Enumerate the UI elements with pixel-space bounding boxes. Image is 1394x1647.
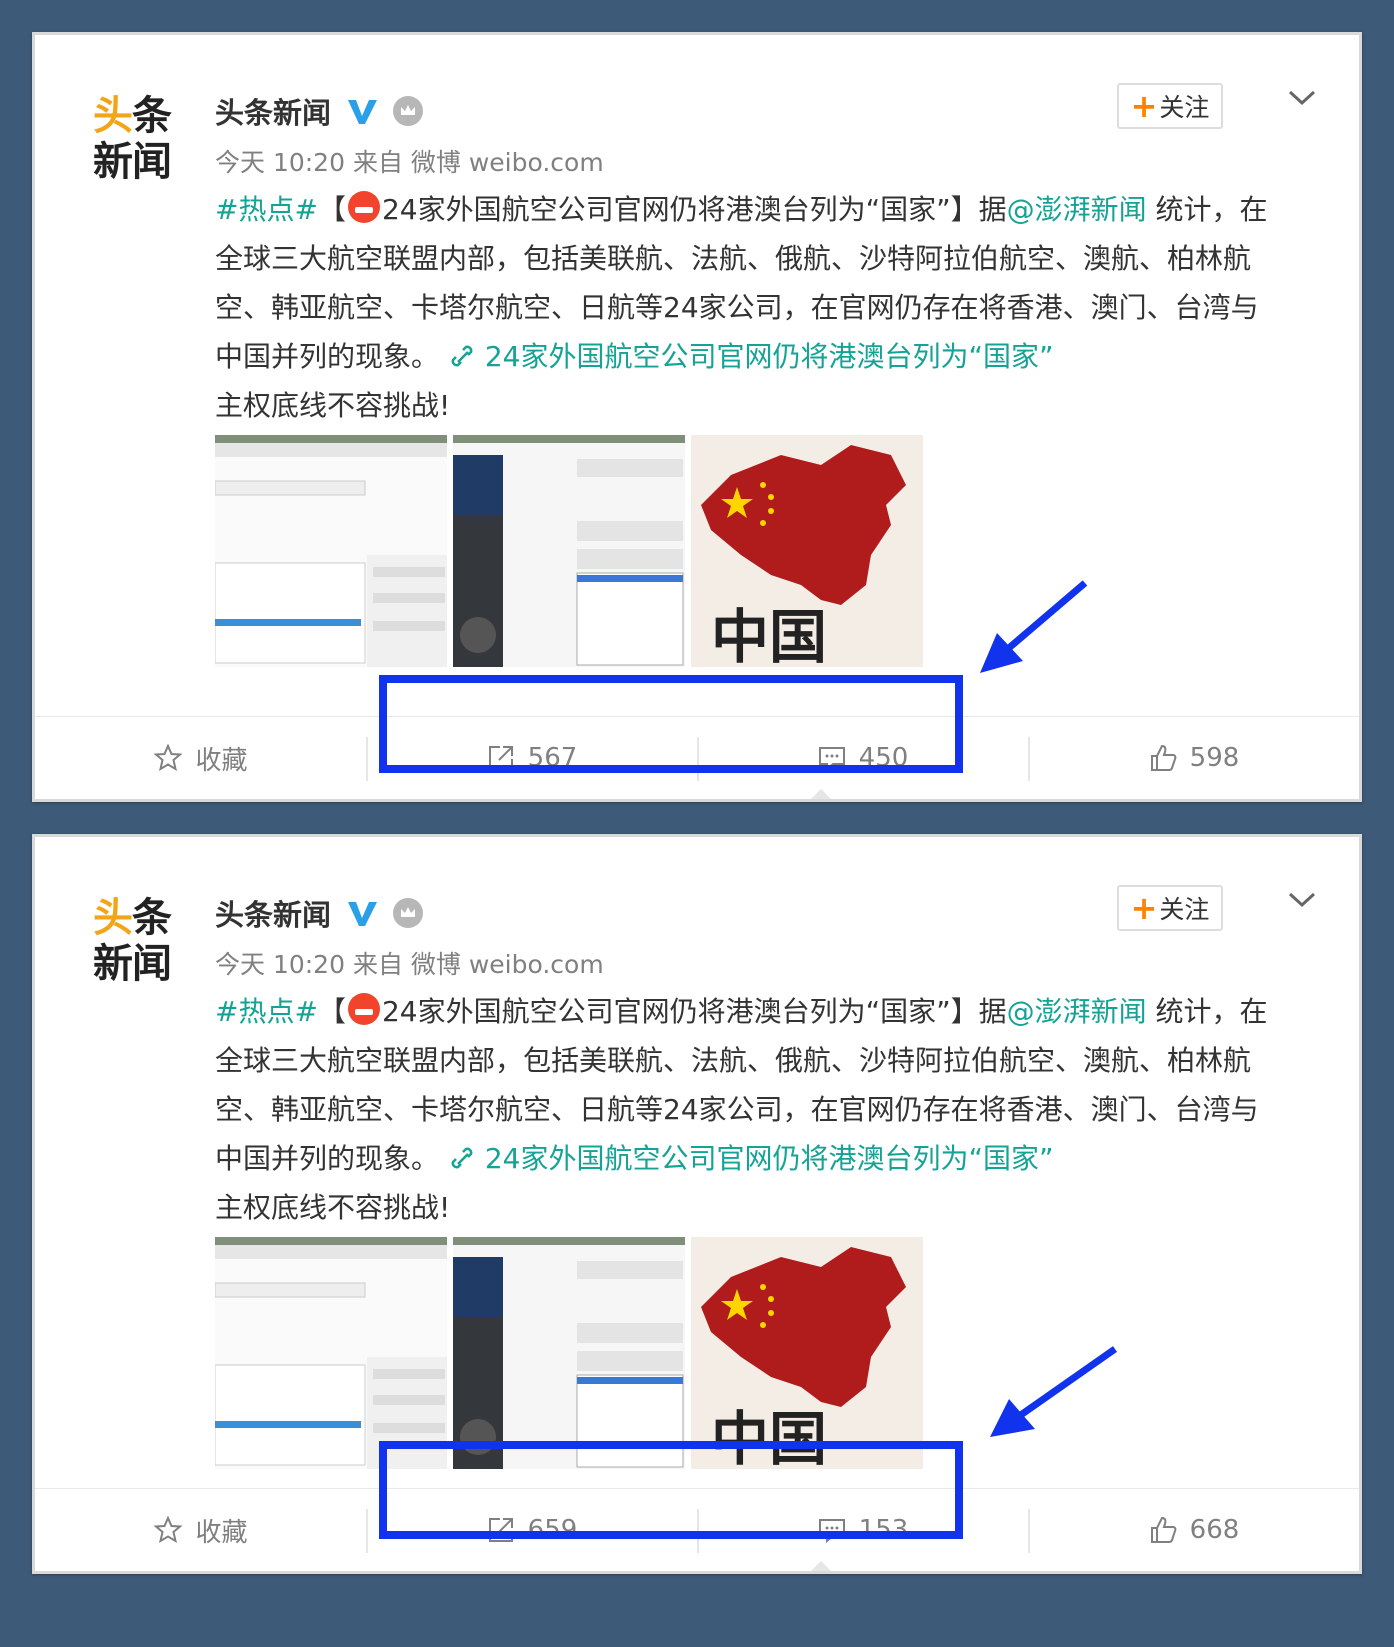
screenshot-thumbnail-2[interactable] (453, 1237, 685, 1469)
highlight-box (379, 675, 963, 773)
avatar-logo[interactable]: 头条 新闻 (93, 93, 177, 189)
username[interactable]: 头条新闻 (215, 892, 331, 934)
screenshot-thumbnail-2[interactable] (453, 435, 685, 667)
weibo-post-1: 头条 新闻 头条新闻 + 关注 今天 10:20 来自 微博 weibo.com … (32, 32, 1362, 802)
user-header: 头条新闻 (215, 90, 424, 132)
user-header: 头条新闻 (215, 892, 424, 934)
article-link[interactable]: 24家外国航空公司官网仍将港澳台列为“国家” (448, 340, 1053, 373)
screenshot-thumbnail-1[interactable] (215, 435, 447, 667)
link-icon (451, 345, 473, 367)
comment-pointer (811, 789, 831, 799)
favorite-button[interactable]: 收藏 (35, 1489, 366, 1571)
post-text: #热点#【 24家外国航空公司官网仍将港澳台列为“国家”】据@澎湃新闻 统计，在全… (215, 191, 1268, 422)
avatar-logo[interactable]: 头条 新闻 (93, 895, 177, 991)
plus-icon: + (1130, 87, 1158, 125)
member-crown-icon (393, 898, 424, 928)
star-icon (153, 1515, 184, 1544)
thumbs-up-icon (1150, 1516, 1177, 1543)
map-caption: 中国 (711, 603, 827, 667)
annotation-arrow (990, 1346, 1118, 1437)
username[interactable]: 头条新闻 (215, 90, 331, 132)
chevron-down-icon[interactable] (1285, 81, 1319, 115)
comment-pointer (811, 1561, 831, 1571)
member-crown-icon (393, 96, 424, 126)
chevron-down-icon[interactable] (1285, 883, 1319, 917)
image-grid: 中国 (215, 1237, 923, 1469)
verified-v-icon (348, 902, 378, 926)
china-map-image[interactable]: 中国 (691, 1237, 923, 1469)
verified-v-icon (348, 100, 378, 124)
mention-link[interactable]: @澎湃新闻 (1007, 995, 1147, 1028)
like-button[interactable]: 598 (1028, 717, 1359, 799)
plus-icon: + (1130, 889, 1158, 927)
annotation-arrow (980, 580, 1088, 673)
hashtag-link[interactable]: #热点# (215, 995, 318, 1028)
article-link[interactable]: 24家外国航空公司官网仍将港澳台列为“国家” (448, 1142, 1053, 1175)
china-map-image[interactable]: 中国 (691, 435, 923, 667)
screenshot-thumbnail-1[interactable] (215, 1237, 447, 1469)
mention-link[interactable]: @澎湃新闻 (1007, 193, 1147, 226)
like-button[interactable]: 668 (1028, 1489, 1359, 1571)
post-meta: 今天 10:20 来自 微博 weibo.com (215, 148, 604, 177)
image-grid: 中国 (215, 435, 923, 667)
angry-emoji-icon (347, 993, 380, 1025)
angry-emoji-icon (347, 191, 380, 223)
follow-button[interactable]: + 关注 (1117, 83, 1223, 129)
weibo-post-2: 头条 新闻 头条新闻 + 关注 今天 10:20 来自 微博 weibo.com … (32, 834, 1362, 1574)
thumbs-up-icon (1150, 744, 1177, 771)
link-icon (451, 1147, 473, 1169)
highlight-box (379, 1441, 963, 1539)
star-icon (153, 743, 184, 772)
post-text: #热点#【 24家外国航空公司官网仍将港澳台列为“国家”】据@澎湃新闻 统计，在全… (215, 993, 1268, 1224)
follow-button[interactable]: + 关注 (1117, 885, 1223, 931)
post-meta: 今天 10:20 来自 微博 weibo.com (215, 950, 604, 979)
favorite-button[interactable]: 收藏 (35, 717, 366, 799)
hashtag-link[interactable]: #热点# (215, 193, 318, 226)
